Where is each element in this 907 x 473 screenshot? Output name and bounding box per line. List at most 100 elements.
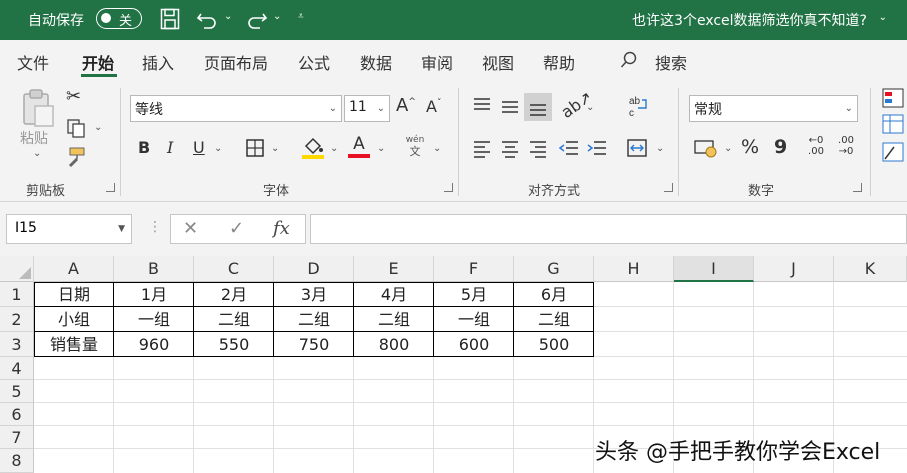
cut-icon[interactable]: ✂ bbox=[66, 86, 81, 107]
column-header-d[interactable]: D bbox=[274, 256, 354, 282]
tab-home[interactable]: 开始 bbox=[82, 50, 114, 74]
formula-input[interactable] bbox=[310, 214, 907, 244]
tab-data[interactable]: 数据 bbox=[360, 50, 392, 74]
wrap-text-icon[interactable]: ab c bbox=[628, 94, 650, 118]
row-header-4[interactable]: 4 bbox=[0, 357, 34, 380]
cell-c1[interactable]: 2月 bbox=[194, 282, 274, 307]
cell-g1[interactable]: 6月 bbox=[514, 282, 594, 307]
borders-icon[interactable] bbox=[245, 138, 265, 158]
conditional-formatting-icon[interactable] bbox=[882, 88, 904, 108]
cell-f1[interactable]: 5月 bbox=[434, 282, 514, 307]
paste-button-label[interactable]: 粘贴 bbox=[20, 128, 48, 148]
tab-insert[interactable]: 插入 bbox=[142, 50, 174, 74]
orientation-dropdown-icon[interactable]: ⌄ bbox=[586, 102, 594, 113]
number-launcher-icon[interactable] bbox=[853, 183, 862, 192]
borders-dropdown-icon[interactable]: ⌄ bbox=[271, 143, 279, 154]
row-header-6[interactable]: 6 bbox=[0, 403, 34, 426]
accounting-format-icon[interactable] bbox=[694, 138, 718, 158]
decrease-decimal-button[interactable]: .00 →0 bbox=[834, 135, 858, 157]
underline-dropdown-icon[interactable]: ⌄ bbox=[214, 143, 222, 154]
column-header-e[interactable]: E bbox=[354, 256, 434, 282]
cancel-icon[interactable]: ✕ bbox=[183, 218, 198, 239]
font-name-select[interactable]: 等线 ⌄ bbox=[130, 95, 342, 122]
phonetic-dropdown-icon[interactable]: ⌄ bbox=[433, 143, 441, 154]
underline-button[interactable]: U bbox=[193, 138, 205, 157]
percent-style-button[interactable]: % bbox=[741, 136, 759, 158]
tab-page-layout[interactable]: 页面布局 bbox=[204, 50, 268, 74]
cell-e3[interactable]: 800 bbox=[354, 332, 434, 357]
merge-dropdown-icon[interactable]: ⌄ bbox=[656, 143, 664, 154]
clipboard-launcher-icon[interactable] bbox=[106, 183, 115, 192]
column-header-j[interactable]: J bbox=[754, 256, 834, 282]
cell-f3[interactable]: 600 bbox=[434, 332, 514, 357]
save-icon[interactable] bbox=[160, 8, 180, 30]
fill-color-icon[interactable] bbox=[302, 136, 324, 160]
cell-g2[interactable]: 二组 bbox=[514, 307, 594, 332]
format-as-table-icon[interactable] bbox=[882, 114, 904, 134]
font-size-dropdown-icon[interactable]: ⌄ bbox=[377, 103, 385, 114]
row-header-8[interactable]: 8 bbox=[0, 449, 34, 473]
title-dropdown-icon[interactable]: ⌄ bbox=[879, 12, 887, 23]
phonetic-guide-icon[interactable]: wén 文 bbox=[404, 135, 426, 159]
worksheet-grid[interactable]: A B C D E F G H I J K 1 2 3 4 5 6 7 8 日期… bbox=[0, 256, 907, 473]
font-launcher-icon[interactable] bbox=[444, 183, 453, 192]
alignment-launcher-icon[interactable] bbox=[664, 183, 673, 192]
bold-button[interactable]: B bbox=[138, 138, 150, 157]
row-header-7[interactable]: 7 bbox=[0, 426, 34, 449]
redo-dropdown-icon[interactable]: ⌄ bbox=[273, 11, 281, 22]
decrease-font-size-icon[interactable]: Aˇ bbox=[426, 97, 441, 116]
align-top-icon[interactable] bbox=[472, 96, 492, 116]
cell-b2[interactable]: 一组 bbox=[114, 307, 194, 332]
column-header-k[interactable]: K bbox=[834, 256, 907, 282]
cell-a1[interactable]: 日期 bbox=[34, 282, 114, 307]
formula-bar-grip-icon[interactable]: ⋮ bbox=[148, 219, 162, 235]
undo-icon[interactable] bbox=[196, 8, 218, 30]
increase-font-size-icon[interactable]: A^ bbox=[396, 95, 416, 116]
cell-e2[interactable]: 二组 bbox=[354, 307, 434, 332]
row-header-5[interactable]: 5 bbox=[0, 380, 34, 403]
insert-function-icon[interactable]: fx bbox=[273, 218, 290, 239]
merge-center-icon[interactable] bbox=[626, 137, 648, 159]
cell-b1[interactable]: 1月 bbox=[114, 282, 194, 307]
copy-dropdown-icon[interactable]: ⌄ bbox=[94, 122, 102, 133]
cell-a3[interactable]: 销售量 bbox=[34, 332, 114, 357]
font-color-icon[interactable]: A bbox=[348, 134, 370, 160]
column-header-f[interactable]: F bbox=[434, 256, 514, 282]
row-header-2[interactable]: 2 bbox=[0, 307, 34, 332]
cell-f2[interactable]: 一组 bbox=[434, 307, 514, 332]
name-box-dropdown-icon[interactable]: ▼ bbox=[118, 224, 125, 234]
cell-e1[interactable]: 4月 bbox=[354, 282, 434, 307]
cell-c3[interactable]: 550 bbox=[194, 332, 274, 357]
accounting-dropdown-icon[interactable]: ⌄ bbox=[724, 143, 732, 154]
fill-color-dropdown-icon[interactable]: ⌄ bbox=[330, 143, 338, 154]
customize-toolbar-icon[interactable]: ⩡ bbox=[298, 11, 304, 22]
column-header-a[interactable]: A bbox=[34, 256, 114, 282]
decrease-indent-icon[interactable] bbox=[558, 138, 580, 158]
tab-file[interactable]: 文件 bbox=[17, 50, 49, 74]
increase-indent-icon[interactable] bbox=[586, 138, 608, 158]
cell-a2[interactable]: 小组 bbox=[34, 307, 114, 332]
row-header-1[interactable]: 1 bbox=[0, 282, 34, 307]
column-header-c[interactable]: C bbox=[194, 256, 274, 282]
copy-icon[interactable] bbox=[66, 118, 86, 138]
cell-d3[interactable]: 750 bbox=[274, 332, 354, 357]
cell-c2[interactable]: 二组 bbox=[194, 307, 274, 332]
undo-dropdown-icon[interactable]: ⌄ bbox=[224, 11, 232, 22]
search-label[interactable]: 搜索 bbox=[655, 50, 687, 74]
tab-view[interactable]: 视图 bbox=[482, 50, 514, 74]
paste-dropdown-icon[interactable]: ⌄ bbox=[33, 148, 41, 159]
name-box[interactable]: I15 ▼ bbox=[6, 214, 132, 244]
search-icon[interactable] bbox=[620, 51, 638, 69]
cell-d1[interactable]: 3月 bbox=[274, 282, 354, 307]
row-header-3[interactable]: 3 bbox=[0, 332, 34, 357]
align-bottom-button[interactable] bbox=[524, 93, 552, 121]
align-center-icon[interactable] bbox=[500, 138, 520, 158]
cell-g3[interactable]: 500 bbox=[514, 332, 594, 357]
select-all-corner[interactable] bbox=[0, 256, 34, 282]
font-size-select[interactable]: 11 ⌄ bbox=[344, 95, 390, 122]
comma-style-button[interactable]: 9 bbox=[774, 136, 787, 158]
redo-icon[interactable] bbox=[246, 8, 268, 30]
column-header-h[interactable]: H bbox=[594, 256, 674, 282]
align-left-icon[interactable] bbox=[472, 138, 492, 158]
italic-button[interactable]: I bbox=[167, 138, 173, 157]
